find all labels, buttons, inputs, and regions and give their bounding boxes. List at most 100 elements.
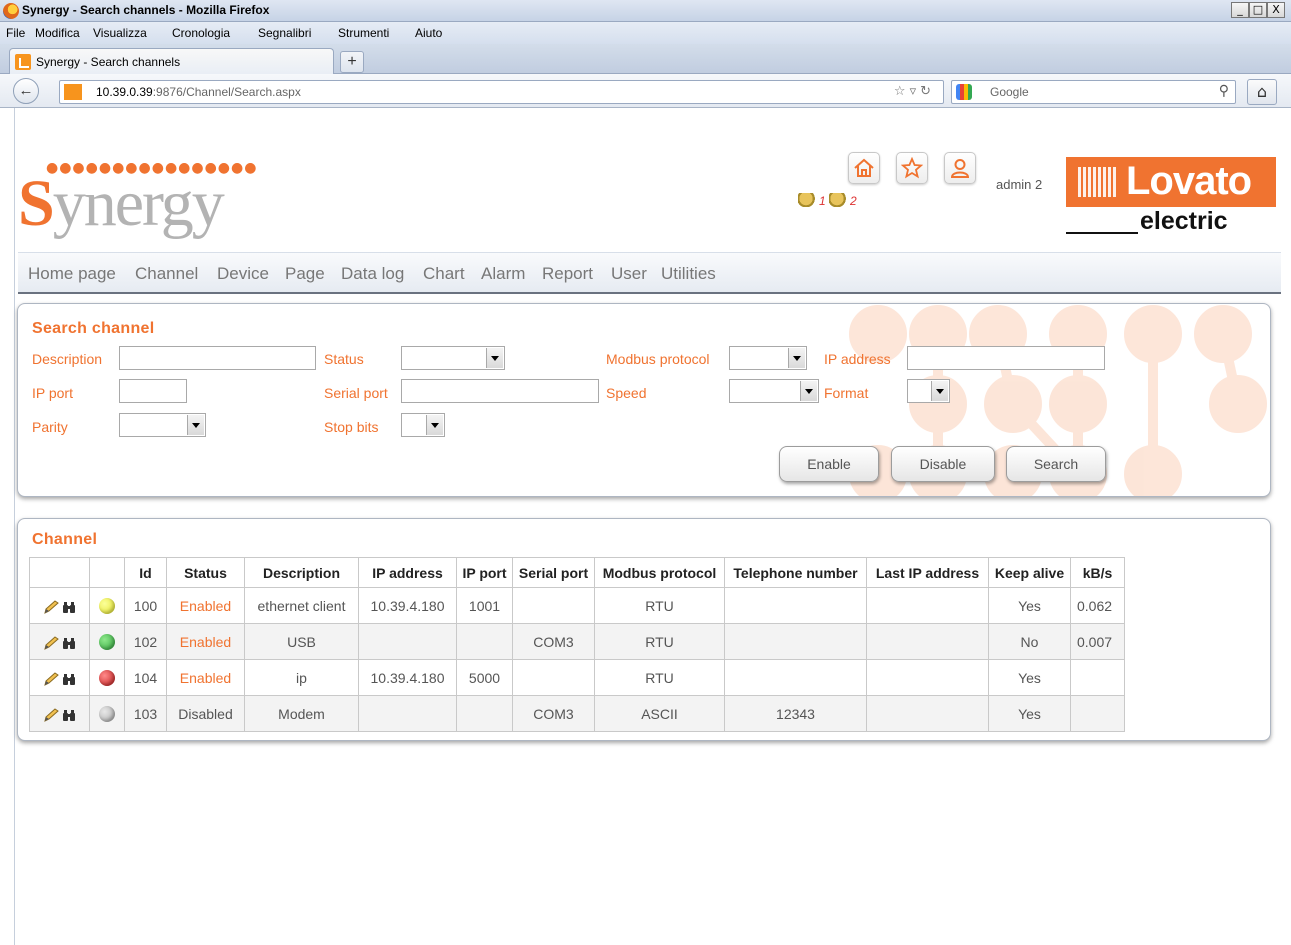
nav-user[interactable]: User <box>611 264 647 284</box>
col-id[interactable]: Id <box>124 557 167 588</box>
parity-label: Parity <box>32 419 68 435</box>
nav-utilities[interactable]: Utilities <box>661 264 716 284</box>
binoculars-icon[interactable] <box>62 673 76 685</box>
description-label: Description <box>32 351 103 367</box>
google-engine-icon[interactable] <box>956 84 972 100</box>
speed-select[interactable] <box>729 379 819 403</box>
maximize-button[interactable]: □ <box>1249 2 1267 18</box>
chevron-down-icon <box>486 348 503 368</box>
home-button[interactable]: ⌂ <box>1247 79 1277 105</box>
cell-status: Enabled <box>166 659 245 696</box>
binoculars-icon[interactable] <box>62 709 76 721</box>
cell-modbus-protocol: RTU <box>594 623 725 660</box>
disable-button[interactable]: Disable <box>891 446 995 482</box>
cell-description: ethernet client <box>244 587 359 624</box>
menu-aiuto[interactable]: Aiuto <box>415 26 442 40</box>
col-led <box>89 557 125 588</box>
url-path: :9876/Channel/Search.aspx <box>152 85 301 99</box>
table-row[interactable]: 100 Enabled ethernet client 10.39.4.180 1001… <box>29 587 1125 624</box>
table-row[interactable]: 103 Disabled Modem COM3 ASCII 12343 Yes <box>29 695 1125 732</box>
cell-modbus-protocol: RTU <box>594 659 725 696</box>
lovato-underline <box>1066 232 1138 234</box>
row-actions <box>29 587 90 624</box>
col-ip-port[interactable]: IP port <box>456 557 513 588</box>
col-last-ip-address[interactable]: Last IP address <box>866 557 989 588</box>
nav-home-page[interactable]: Home page <box>28 264 116 284</box>
nav-data-log[interactable]: Data log <box>341 264 404 284</box>
col-description[interactable]: Description <box>244 557 359 588</box>
back-button[interactable]: ← <box>13 78 39 104</box>
ip-port-input[interactable] <box>119 379 187 403</box>
menu-segnalibri[interactable]: Segnalibri <box>258 26 311 40</box>
description-input[interactable] <box>119 346 316 370</box>
serial-port-input[interactable] <box>401 379 599 403</box>
new-tab-button[interactable]: + <box>340 51 364 73</box>
format-select[interactable] <box>907 379 950 403</box>
menu-modifica[interactable]: Modifica <box>35 26 80 40</box>
minimize-button[interactable]: _ <box>1231 2 1249 18</box>
cell-modbus-protocol: RTU <box>594 587 725 624</box>
modbus-protocol-select[interactable] <box>729 346 807 370</box>
stop-bits-select[interactable] <box>401 413 445 437</box>
pencil-edit-icon[interactable] <box>43 708 59 722</box>
home-page-button[interactable] <box>848 152 880 184</box>
search-placeholder: Google <box>990 85 1029 99</box>
table-row[interactable]: 102 Enabled USB COM3 RTU No 0.007 <box>29 623 1125 660</box>
search-button[interactable]: Search <box>1006 446 1106 482</box>
menu-file[interactable]: File <box>6 26 25 40</box>
lovato-sub: electric <box>1140 207 1228 235</box>
close-button[interactable]: X <box>1267 2 1285 18</box>
table-row[interactable]: 104 Enabled ip 10.39.4.180 5000 RTU Yes <box>29 659 1125 696</box>
url-bar[interactable]: 10.39.0.39:9876/Channel/Search.aspx ☆▿↻ <box>59 80 944 104</box>
col-modbus-protocol[interactable]: Modbus protocol <box>594 557 725 588</box>
parity-select[interactable] <box>119 413 206 437</box>
magnifier-icon[interactable]: ⚲ <box>1219 83 1229 99</box>
menu-visualizza[interactable]: Visualizza <box>93 26 147 40</box>
col-kbs[interactable]: kB/s <box>1070 557 1125 588</box>
binoculars-icon[interactable] <box>62 601 76 613</box>
stop-bits-label: Stop bits <box>324 419 379 435</box>
channel-title: Channel <box>32 531 98 548</box>
firefox-icon <box>3 3 19 19</box>
col-telephone-number[interactable]: Telephone number <box>724 557 867 588</box>
nav-page[interactable]: Page <box>285 264 325 284</box>
tab-label: Synergy - Search channels <box>36 55 181 69</box>
search-bar[interactable]: Google ⚲ <box>951 80 1236 104</box>
col-status[interactable]: Status <box>166 557 245 588</box>
cell-last-ip-address <box>866 587 989 624</box>
modbus-protocol-label: Modbus protocol <box>606 351 710 367</box>
cell-serial-port: COM3 <box>512 695 595 732</box>
binoculars-icon[interactable] <box>62 637 76 649</box>
tab-synergy[interactable]: Synergy - Search channels <box>9 48 334 74</box>
pencil-edit-icon[interactable] <box>43 672 59 686</box>
menu-strumenti[interactable]: Strumenti <box>338 26 389 40</box>
nav-report[interactable]: Report <box>542 264 593 284</box>
enable-button[interactable]: Enable <box>779 446 879 482</box>
user-profile-button[interactable] <box>944 152 976 184</box>
menu-cronologia[interactable]: Cronologia <box>172 26 230 40</box>
pencil-edit-icon[interactable] <box>43 636 59 650</box>
nav-channel[interactable]: Channel <box>135 264 198 284</box>
site-identity-icon[interactable] <box>64 84 82 100</box>
bookmark-star-icon[interactable]: ☆▿↻ <box>894 84 935 99</box>
cell-kbs <box>1070 659 1125 696</box>
alarm-bell-icon[interactable] <box>829 193 850 207</box>
ip-address-input[interactable] <box>907 346 1105 370</box>
alarm-count-1: 1 <box>819 194 826 208</box>
house-icon <box>854 158 874 177</box>
alarm-bell-icon[interactable] <box>798 193 818 207</box>
pencil-edit-icon[interactable] <box>43 600 59 614</box>
col-ip-address[interactable]: IP address <box>358 557 457 588</box>
cell-description: USB <box>244 623 359 660</box>
cell-id: 102 <box>124 623 167 660</box>
format-label: Format <box>824 385 869 401</box>
favorites-button[interactable] <box>896 152 928 184</box>
status-select[interactable] <box>401 346 505 370</box>
col-keep-alive[interactable]: Keep alive <box>988 557 1071 588</box>
nav-device[interactable]: Device <box>217 264 269 284</box>
nav-alarm[interactable]: Alarm <box>481 264 525 284</box>
nav-chart[interactable]: Chart <box>423 264 465 284</box>
chevron-down-icon <box>187 415 204 435</box>
col-serial-port[interactable]: Serial port <box>512 557 595 588</box>
cell-id: 104 <box>124 659 167 696</box>
